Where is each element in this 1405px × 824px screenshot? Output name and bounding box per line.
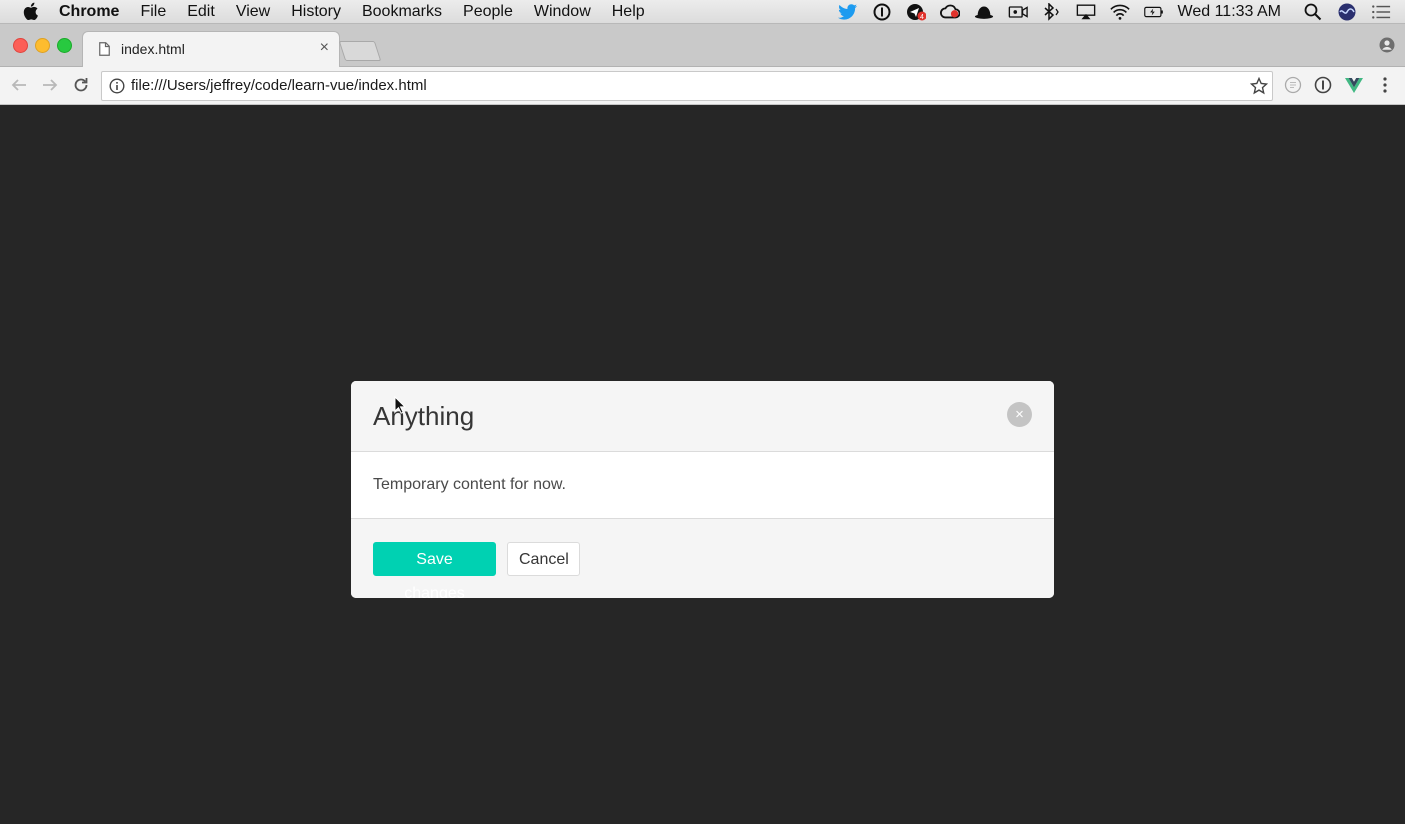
tab-index-html[interactable]: index.html × <box>82 31 340 67</box>
vue-devtools-icon[interactable] <box>1345 76 1363 94</box>
reload-icon[interactable] <box>72 76 90 94</box>
extension-placeholder-icon[interactable] <box>1284 76 1302 94</box>
menu-edit[interactable]: Edit <box>187 3 215 21</box>
mouse-cursor-icon <box>394 396 406 414</box>
address-bar[interactable]: file:///Users/jeffrey/code/learn-vue/ind… <box>101 71 1273 101</box>
new-tab-button[interactable] <box>338 41 382 61</box>
1password-extension-icon[interactable] <box>1314 76 1332 94</box>
window-maximize-button[interactable] <box>57 38 72 53</box>
profile-icon[interactable] <box>1379 37 1395 53</box>
browser-toolbar: file:///Users/jeffrey/code/learn-vue/ind… <box>0 67 1405 105</box>
twitter-icon[interactable] <box>837 3 858 21</box>
menubar-clock[interactable]: Wed 11:33 AM <box>1178 3 1281 21</box>
menu-bookmarks[interactable]: Bookmarks <box>362 3 442 21</box>
chrome-menu-icon[interactable] <box>1376 76 1394 94</box>
modal-dialog: Anything × Temporary content for now. Sa… <box>351 381 1054 598</box>
modal-close-button[interactable]: × <box>1007 402 1032 427</box>
url-text[interactable]: file:///Users/jeffrey/code/learn-vue/ind… <box>131 77 427 94</box>
info-icon[interactable] <box>109 78 125 94</box>
forward-icon[interactable] <box>41 76 59 94</box>
modal-header: Anything × <box>351 381 1054 452</box>
menu-file[interactable]: File <box>140 3 166 21</box>
1password-icon[interactable] <box>872 3 892 21</box>
alfred-hat-icon[interactable] <box>974 3 994 21</box>
notification-badge-icon[interactable]: 4 <box>906 3 926 21</box>
notification-center-icon[interactable] <box>1371 3 1391 21</box>
screen-record-icon[interactable] <box>1008 3 1028 21</box>
page-icon <box>99 42 110 56</box>
save-changes-button[interactable]: Save changes <box>373 542 496 598</box>
menu-people[interactable]: People <box>463 3 513 21</box>
cancel-button[interactable]: Cancel <box>507 542 580 576</box>
menu-window[interactable]: Window <box>534 3 591 21</box>
macos-menu-bar: Chrome File Edit View History Bookmarks … <box>0 0 1405 24</box>
siri-icon[interactable] <box>1337 3 1357 21</box>
page-content: Anything × Temporary content for now. Sa… <box>0 105 1405 824</box>
back-icon[interactable] <box>10 76 28 94</box>
window-minimize-button[interactable] <box>35 38 50 53</box>
tab-strip: index.html × <box>0 24 1405 67</box>
spotlight-search-icon[interactable] <box>1303 3 1323 21</box>
menu-history[interactable]: History <box>291 3 341 21</box>
modal-body-text: Temporary content for now. <box>373 476 566 493</box>
apple-icon[interactable] <box>22 2 39 21</box>
modal-footer: Save changes Cancel <box>351 518 1054 598</box>
modal-title: Anything <box>373 401 475 431</box>
window-close-button[interactable] <box>13 38 28 53</box>
menu-view[interactable]: View <box>236 3 270 21</box>
wifi-icon[interactable] <box>1109 3 1130 21</box>
menu-help[interactable]: Help <box>612 3 645 21</box>
creative-cloud-icon[interactable] <box>939 3 960 21</box>
menu-app-name[interactable]: Chrome <box>59 3 119 21</box>
tab-close-icon[interactable]: × <box>320 40 329 56</box>
airplay-icon[interactable] <box>1076 3 1096 21</box>
bluetooth-icon[interactable] <box>1042 2 1062 21</box>
status-area: 4 Wed 11:33 AM <box>837 0 1405 23</box>
bookmark-star-icon[interactable] <box>1250 77 1268 95</box>
badge-count: 4 <box>920 13 924 20</box>
battery-charging-icon[interactable] <box>1143 3 1164 21</box>
tab-title: index.html <box>121 41 185 57</box>
modal-body: Temporary content for now. <box>351 452 1054 518</box>
